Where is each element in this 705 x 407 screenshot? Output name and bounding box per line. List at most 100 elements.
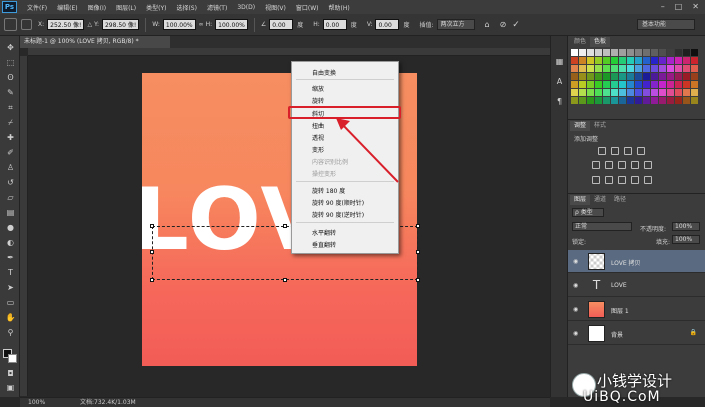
color-swatch[interactable] (675, 65, 682, 72)
transform-handle[interactable] (150, 224, 154, 228)
color-swatch[interactable] (683, 81, 690, 88)
menu-distort[interactable]: 扭曲 (312, 121, 324, 130)
color-swatch[interactable] (571, 57, 578, 64)
color-swatch[interactable] (595, 89, 602, 96)
eyedropper-tool-icon[interactable]: ⌿ (5, 117, 16, 128)
move-tool-icon[interactable]: ✥ (5, 42, 16, 53)
color-swatch[interactable] (635, 65, 642, 72)
color-swatch[interactable] (627, 89, 634, 96)
layer-row-love-copy[interactable]: ◉ LOVE 拷贝 (568, 250, 705, 273)
vibrance-icon[interactable] (592, 161, 600, 169)
gradient-tool-icon[interactable]: ▤ (5, 207, 16, 218)
minimize-button[interactable]: – (661, 2, 665, 11)
color-swatch[interactable] (659, 57, 666, 64)
color-swatch[interactable] (579, 57, 586, 64)
color-swatch[interactable] (611, 73, 618, 80)
threshold-icon[interactable] (618, 176, 626, 184)
horizontal-ruler[interactable] (28, 48, 550, 56)
posterize-icon[interactable] (605, 176, 613, 184)
color-swatch[interactable] (643, 89, 650, 96)
color-swatch[interactable] (691, 49, 698, 56)
menu-scale[interactable]: 缩放 (312, 84, 324, 93)
lasso-tool-icon[interactable]: ʘ (5, 72, 16, 83)
pen-tool-icon[interactable]: ✒ (5, 252, 16, 263)
menu-rotate-90-cw[interactable]: 旋转 90 度(顺时针) (312, 198, 364, 207)
color-swatch[interactable] (691, 89, 698, 96)
color-swatch[interactable] (595, 65, 602, 72)
menu-select[interactable]: 选择(S) (176, 3, 197, 12)
maximize-button[interactable]: □ (675, 2, 683, 11)
color-swatch[interactable] (587, 49, 594, 56)
color-swatch[interactable] (667, 73, 674, 80)
menu-edit[interactable]: 编辑(E) (57, 3, 77, 12)
color-swatch[interactable] (659, 65, 666, 72)
fill-field[interactable]: 100% (672, 235, 700, 244)
eye-icon[interactable]: ◉ (573, 282, 578, 289)
black-white-icon[interactable] (631, 161, 639, 169)
transform-handle[interactable] (150, 250, 154, 254)
levels-icon[interactable] (611, 147, 619, 155)
menu-file[interactable]: 文件(F) (27, 3, 47, 12)
color-swatch[interactable] (603, 97, 610, 104)
eye-icon[interactable]: ◉ (573, 330, 578, 337)
interpolation-select[interactable]: 两次立方 (436, 19, 475, 30)
color-swatch[interactable] (651, 57, 658, 64)
menu-layer[interactable]: 图层(L) (116, 3, 136, 12)
menu-window[interactable]: 窗口(W) (296, 3, 319, 12)
color-swatch[interactable] (667, 89, 674, 96)
color-swatch[interactable] (579, 81, 586, 88)
tab-swatches[interactable]: 色板 (590, 37, 611, 47)
color-swatch[interactable] (603, 89, 610, 96)
paragraph-panel-icon[interactable]: ¶ (554, 96, 565, 107)
color-swatch[interactable] (603, 65, 610, 72)
eraser-tool-icon[interactable]: ▱ (5, 192, 16, 203)
color-swatch[interactable] (675, 49, 682, 56)
crop-tool-icon[interactable]: ⌗ (5, 102, 16, 113)
tab-paths[interactable]: 路径 (610, 195, 630, 205)
zoom-level[interactable]: 100% (28, 398, 45, 407)
y-field[interactable]: 298.50 像! (101, 19, 140, 30)
color-swatch[interactable] (611, 89, 618, 96)
color-swatch[interactable] (651, 49, 658, 56)
color-swatch[interactable] (611, 49, 618, 56)
tab-adjustments[interactable]: 调整 (570, 121, 591, 131)
color-swatch[interactable] (595, 57, 602, 64)
curves-icon[interactable] (624, 147, 632, 155)
transform-handle[interactable] (416, 278, 420, 282)
color-swatch[interactable] (603, 57, 610, 64)
tab-channels[interactable]: 通道 (590, 195, 610, 205)
color-swatch[interactable] (667, 49, 674, 56)
healing-tool-icon[interactable]: ✚ (5, 132, 16, 143)
color-swatch[interactable] (667, 57, 674, 64)
vertical-ruler[interactable] (20, 56, 28, 396)
color-swatch[interactable] (619, 97, 626, 104)
color-swatch[interactable] (603, 49, 610, 56)
color-swatch[interactable] (571, 81, 578, 88)
transform-tool-icon[interactable] (4, 18, 17, 31)
photo-filter-icon[interactable] (644, 161, 652, 169)
menu-warp[interactable]: 变形 (312, 145, 324, 154)
color-swatch[interactable] (683, 65, 690, 72)
color-swatch[interactable] (683, 89, 690, 96)
stamp-tool-icon[interactable]: ♙ (5, 162, 16, 173)
color-swatch[interactable] (611, 57, 618, 64)
menu-flip-horizontal[interactable]: 水平翻转 (312, 228, 336, 237)
color-swatch[interactable] (659, 97, 666, 104)
color-swatch[interactable] (643, 97, 650, 104)
angle-field[interactable]: 0.00 (269, 19, 294, 30)
color-swatch[interactable] (611, 97, 618, 104)
color-swatch[interactable] (675, 81, 682, 88)
delta-icon[interactable]: △ (87, 21, 92, 28)
vskew-field[interactable]: 0.00 (375, 19, 400, 30)
hskew-field[interactable]: 0.00 (322, 19, 347, 30)
quick-mask-icon[interactable]: ◘ (5, 368, 16, 379)
color-swatch[interactable] (691, 73, 698, 80)
color-swatch[interactable] (595, 81, 602, 88)
marquee-tool-icon[interactable]: ⬚ (5, 57, 16, 68)
eye-icon[interactable]: ◉ (573, 258, 578, 265)
color-swatch[interactable] (675, 97, 682, 104)
menu-help[interactable]: 帮助(H) (329, 3, 350, 12)
layer-row-love[interactable]: ◉ T LOVE (568, 274, 705, 297)
character-panel-icon[interactable]: A (554, 76, 565, 87)
color-swatch[interactable] (571, 97, 578, 104)
